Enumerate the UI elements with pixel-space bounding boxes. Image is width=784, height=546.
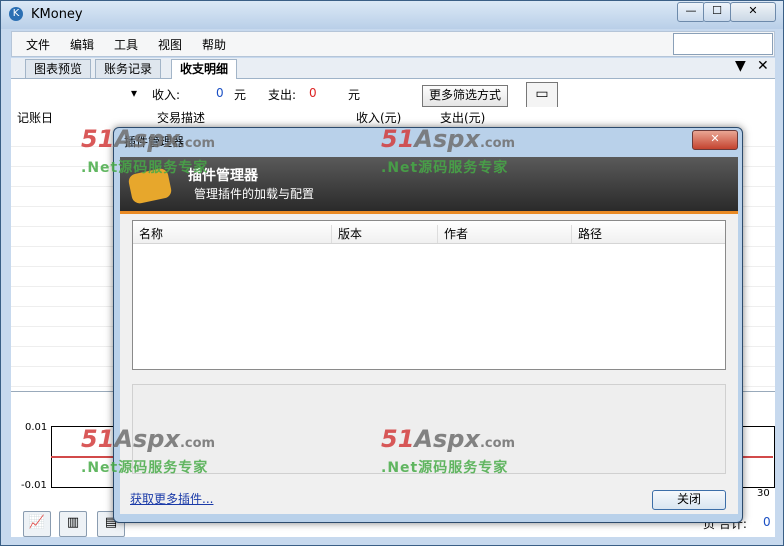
menu-edit[interactable]: 编辑	[70, 36, 94, 53]
expense-unit: 元	[348, 88, 361, 102]
col-author[interactable]: 作者	[437, 225, 468, 243]
income-label: 收入:	[152, 88, 181, 102]
col-expense[interactable]: 支出(元)	[440, 109, 485, 126]
dialog-banner: 插件管理器 管理插件的加载与配置	[120, 157, 738, 214]
col-date[interactable]: 记账日	[17, 109, 53, 126]
window-title: KMoney	[31, 7, 83, 22]
tab-account-records[interactable]: 账务记录	[95, 59, 162, 78]
col-name[interactable]: 名称	[133, 225, 163, 243]
menu-bar: 文件 编辑 工具 视图 帮助	[11, 31, 775, 57]
col-description[interactable]: 交易描述	[157, 109, 205, 126]
plugin-list[interactable]: 名称 版本 作者 路径	[132, 220, 726, 370]
puzzle-icon	[127, 167, 173, 205]
dialog-ok-close-button[interactable]: 关闭	[652, 490, 726, 510]
col-version[interactable]: 版本	[331, 225, 362, 243]
tab-strip: 图表预览 账务记录 收支明细 ▼ ✕	[11, 58, 775, 79]
app-icon: K	[9, 7, 23, 21]
menu-tools[interactable]: 工具	[114, 36, 138, 53]
minimize-button[interactable]: —	[677, 2, 705, 22]
income-value: 0	[216, 86, 224, 100]
tab-income-expense-detail[interactable]: 收支明细	[171, 59, 238, 79]
get-more-plugins-link[interactable]: 获取更多插件...	[130, 490, 213, 507]
printer-icon[interactable]: ▭	[526, 82, 558, 108]
col-path[interactable]: 路径	[571, 225, 602, 243]
expense-value: 0	[309, 86, 317, 100]
dialog-heading: 插件管理器	[188, 168, 258, 184]
close-button[interactable]: ✕	[730, 2, 776, 22]
dialog-body: 名称 版本 作者 路径 获取更多插件... 关闭	[120, 214, 738, 514]
dialog-title: 插件管理器	[124, 135, 185, 149]
title-bar: K KMoney — ☐ ✕	[1, 1, 783, 29]
books-icon[interactable]: ▥	[59, 511, 87, 537]
search-input[interactable]	[673, 33, 773, 55]
filter-bar: ▾ 收入: 0 元 支出: 0 元 更多筛选方式 ▭	[11, 79, 775, 108]
menu-file[interactable]: 文件	[26, 36, 50, 53]
tab-dropdown-icon[interactable]: ▼	[735, 58, 746, 74]
dialog-close-button[interactable]: ✕	[692, 130, 738, 150]
more-filter-button[interactable]: 更多筛选方式	[422, 85, 509, 107]
grid-header: 记账日 交易描述 收入(元) 支出(元)	[11, 107, 775, 128]
y-tick-bottom: -0.01	[21, 480, 47, 491]
menu-help[interactable]: 帮助	[202, 36, 226, 53]
dialog-subheading: 管理插件的加载与配置	[194, 187, 315, 201]
total-value: 0	[763, 515, 771, 529]
plugin-manager-dialog: 插件管理器 ✕ 插件管理器 管理插件的加载与配置 名称 版本 作者 路径 获取更…	[113, 127, 743, 523]
main-window: K KMoney — ☐ ✕ 文件 编辑 工具 视图 帮助 图表预览 账务记录 …	[0, 0, 784, 546]
income-unit: 元	[234, 88, 247, 102]
plugin-list-header: 名称 版本 作者 路径	[133, 221, 725, 244]
x-tick-end: 30	[757, 488, 770, 499]
menu-view[interactable]: 视图	[158, 36, 182, 53]
maximize-button[interactable]: ☐	[703, 2, 731, 22]
col-income[interactable]: 收入(元)	[356, 109, 401, 126]
y-tick-top: 0.01	[25, 422, 48, 433]
tab-chart-preview[interactable]: 图表预览	[25, 59, 92, 78]
period-dropdown-icon[interactable]: ▾	[131, 86, 137, 100]
plugin-detail-panel	[132, 384, 726, 474]
tab-close-icon[interactable]: ✕	[757, 58, 769, 74]
chart-icon[interactable]: 📈	[23, 511, 51, 537]
expense-label: 支出:	[268, 88, 297, 102]
